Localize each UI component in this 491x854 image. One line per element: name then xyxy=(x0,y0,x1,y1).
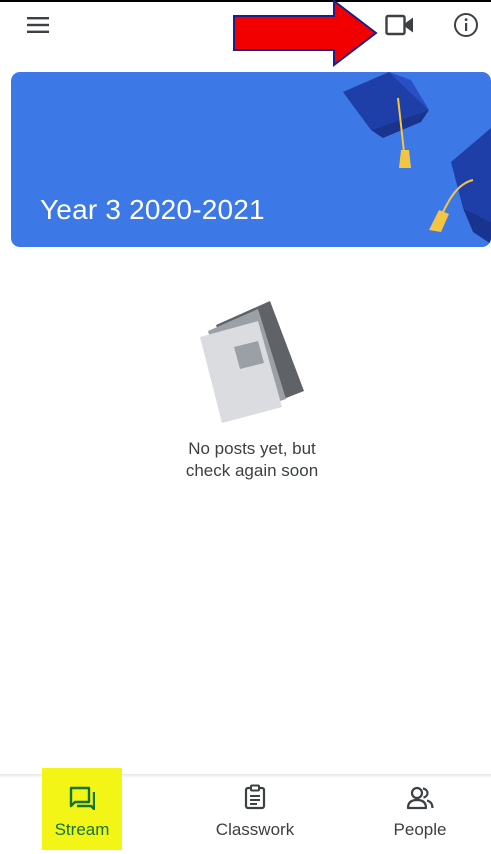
nav-label-people: People xyxy=(393,820,447,839)
class-info-button[interactable] xyxy=(449,9,483,41)
info-icon xyxy=(454,13,478,37)
class-banner[interactable]: Year 3 2020-2021 xyxy=(11,72,491,247)
annotation-arrow xyxy=(233,0,378,68)
nav-label-classwork: Classwork xyxy=(215,820,295,839)
empty-state-message: No posts yet, but check again soon xyxy=(120,438,384,482)
nav-tab-classwork[interactable]: Classwork xyxy=(200,780,310,850)
video-meet-button[interactable] xyxy=(380,10,420,40)
people-icon xyxy=(406,780,434,810)
empty-message-line-2: check again soon xyxy=(185,461,319,480)
menu-button[interactable] xyxy=(22,11,54,39)
class-title: Year 3 2020-2021 xyxy=(40,194,265,225)
stream-icon xyxy=(69,780,95,810)
nav-tab-stream[interactable]: Stream xyxy=(42,768,122,850)
classwork-icon xyxy=(244,780,266,810)
nav-tab-people[interactable]: People xyxy=(380,780,460,850)
hamburger-menu-icon xyxy=(27,17,49,33)
video-camera-icon xyxy=(385,14,413,36)
empty-message-line-1: No posts yet, but xyxy=(188,439,316,458)
empty-posts-illustration xyxy=(200,301,304,423)
nav-label-stream: Stream xyxy=(54,820,110,839)
